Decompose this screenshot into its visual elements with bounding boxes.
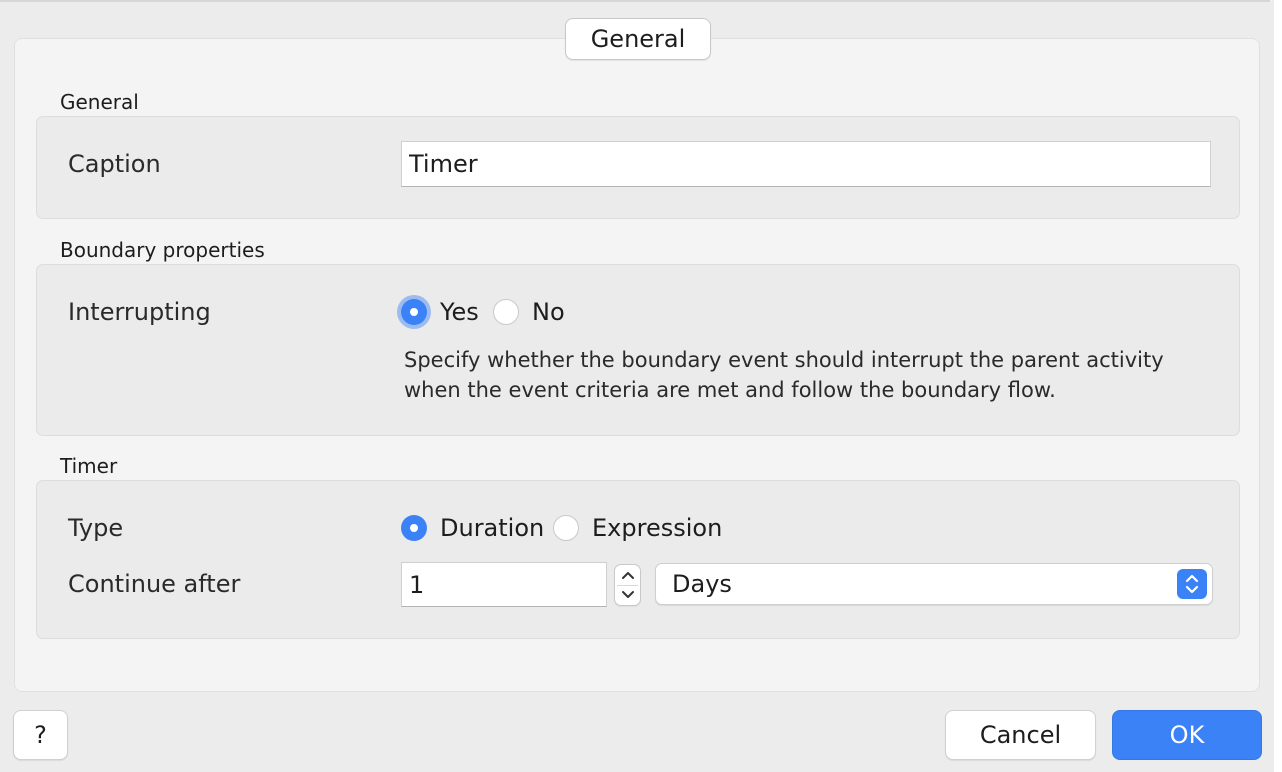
caption-input[interactable]	[401, 141, 1211, 187]
group-timer	[36, 480, 1240, 639]
chevron-up-icon[interactable]	[615, 565, 640, 585]
type-expression-radio[interactable]	[553, 515, 579, 541]
type-duration-radio[interactable]	[401, 515, 427, 541]
window-right-edge	[1274, 0, 1282, 772]
type-expression-label[interactable]: Expression	[592, 514, 722, 542]
chevron-down-icon[interactable]	[615, 585, 640, 605]
unit-select-value: Days	[672, 570, 732, 598]
continue-after-stepper[interactable]	[614, 564, 641, 606]
caption-label: Caption	[68, 150, 161, 178]
interrupting-no-label[interactable]: No	[532, 298, 565, 326]
updown-chevron-icon	[1177, 569, 1207, 599]
interrupting-yes-label[interactable]: Yes	[440, 298, 479, 326]
tab-general[interactable]: General	[565, 18, 711, 60]
type-duration-label[interactable]: Duration	[440, 514, 544, 542]
unit-select[interactable]: Days	[655, 563, 1213, 605]
interrupting-no-radio[interactable]	[493, 299, 519, 325]
section-title-boundary: Boundary properties	[60, 238, 265, 262]
interrupting-label: Interrupting	[68, 298, 211, 326]
interrupting-yes-radio[interactable]	[401, 299, 427, 325]
help-button[interactable]: ?	[13, 710, 68, 760]
continue-after-label: Continue after	[68, 570, 241, 598]
section-title-timer: Timer	[60, 454, 118, 478]
window-top-edge	[0, 0, 1270, 2]
type-label: Type	[68, 514, 124, 542]
cancel-button[interactable]: Cancel	[945, 710, 1096, 760]
continue-after-input[interactable]	[401, 562, 607, 607]
section-title-general: General	[60, 90, 139, 114]
interrupting-help-text: Specify whether the boundary event shoul…	[404, 348, 1164, 402]
ok-button[interactable]: OK	[1112, 710, 1262, 760]
